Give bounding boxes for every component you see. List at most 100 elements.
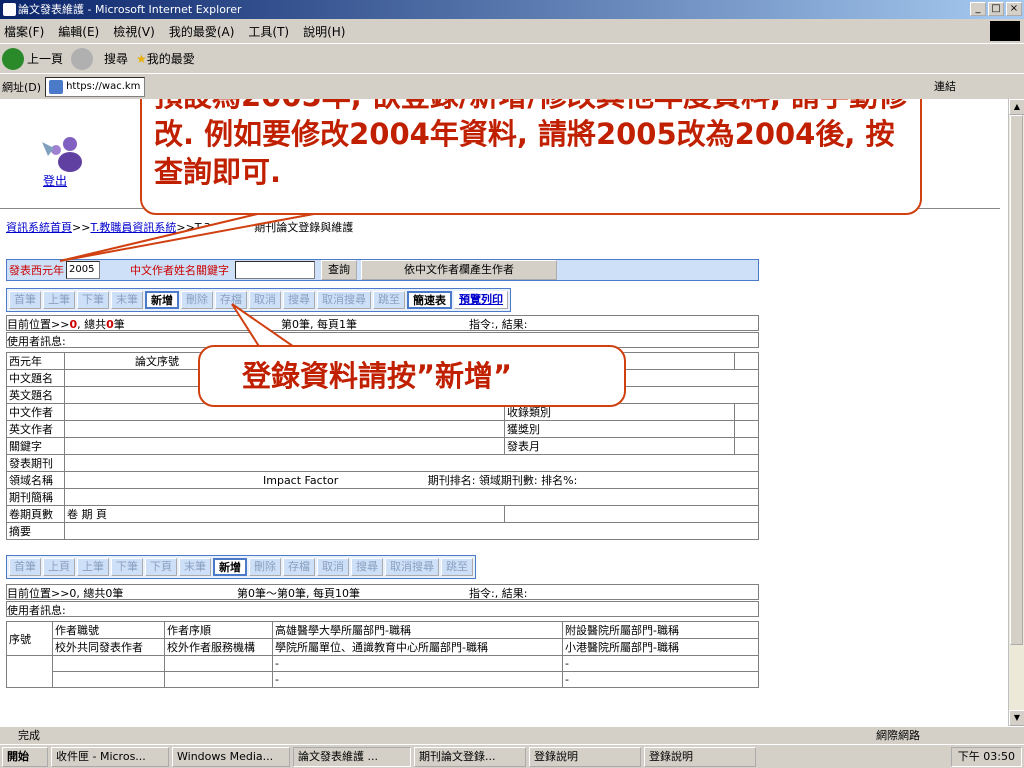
generate-author-button[interactable]: 依中文作者欄產生作者 [361, 260, 557, 280]
year-input[interactable]: 2005 [66, 261, 100, 279]
seq-header: 序號 [6, 621, 53, 656]
page-icon [49, 79, 64, 94]
award-field[interactable] [734, 420, 759, 438]
jump-button[interactable]: 跳至 [373, 291, 405, 309]
query-button[interactable]: 查詢 [321, 260, 357, 280]
journal-short-label: 期刊簡稱 [6, 488, 65, 506]
status-bar: 完成 網際網路 [0, 726, 1024, 744]
journal-short-field[interactable] [64, 488, 759, 506]
breadcrumb-current: 期刊論文登錄與維護 [254, 221, 354, 234]
task-inbox[interactable]: 收件匣 - Micros... [51, 746, 169, 767]
scroll-down-icon[interactable]: ▼ [1009, 710, 1024, 726]
back-button[interactable]: 上一頁 [2, 47, 64, 70]
favorites-label: 我的最愛 [146, 52, 195, 66]
close-button[interactable]: × [1006, 2, 1022, 16]
page-content: 登出 資訊系統首頁>>T.教職員資訊系統>>T.3 期刊論文登錄與維護 發表西元… [0, 99, 1008, 726]
prev-page-button[interactable]: 上頁 [43, 558, 75, 576]
print-preview-button[interactable]: 預覽列印 [454, 291, 508, 309]
collect-field[interactable] [734, 403, 759, 421]
task-journal[interactable]: 期刊論文登錄... [414, 746, 526, 767]
journal-label: 發表期刊 [6, 454, 65, 472]
window-title: 論文發表維護 - Microsoft Internet Explorer [18, 3, 242, 16]
scroll-up-icon[interactable]: ▲ [1009, 99, 1024, 115]
side-cell [734, 352, 759, 370]
menu-view[interactable]: 檢視(V) [113, 23, 155, 40]
breadcrumb-home-link[interactable]: 資訊系統首頁 [6, 221, 72, 234]
security-zone: 網際網路 [876, 729, 920, 742]
cancel-search-button[interactable]: 取消搜尋 [317, 291, 371, 309]
task-help-1[interactable]: 登錄說明 [529, 746, 641, 767]
table-cell [164, 655, 273, 672]
first-record-button[interactable]: 首筆 [9, 291, 41, 309]
domain-field[interactable]: Impact Factor 期刊排名: 領域期刊數: 排名%: [64, 471, 759, 489]
last-button[interactable]: 末筆 [179, 558, 211, 576]
search-button[interactable]: 搜尋 [104, 50, 128, 67]
menu-bar: 檔案(F) 編輯(E) 檢視(V) 我的最愛(A) 工具(T) 說明(H) [0, 19, 1024, 43]
impact-label: Impact Factor [263, 474, 339, 487]
next-record-button[interactable]: 下筆 [77, 291, 109, 309]
top-button-row: 首筆 上筆 下筆 末筆 新增 刪除 存檔 取消 搜尋 取消搜尋 跳至 簡速表 預… [6, 288, 511, 312]
college-dept-header: 學院所屬單位、通識教育中心所屬部門-職稱 [272, 638, 563, 656]
author-keyword-label: 中文作者姓名關鍵字 [130, 264, 229, 277]
add-author-button[interactable]: 新增 [213, 558, 247, 576]
external-author-header: 校外共同發表作者 [52, 638, 165, 656]
journal-field[interactable] [64, 454, 759, 472]
delete-author-button[interactable]: 刪除 [249, 558, 281, 576]
menu-edit[interactable]: 編輯(E) [58, 23, 99, 40]
logout-link[interactable]: 登出 [43, 172, 67, 189]
search-button[interactable]: 搜尋 [283, 291, 315, 309]
save-button[interactable]: 存檔 [215, 291, 247, 309]
bottom-pos-text: 目前位置>>0, 總共0筆 [7, 587, 124, 600]
delete-button[interactable]: 刪除 [181, 291, 213, 309]
links-button[interactable]: 連結 [934, 78, 956, 94]
cn-author-label: 中文作者 [6, 403, 65, 421]
vertical-scrollbar[interactable]: ▲ ▼ [1008, 99, 1024, 726]
menu-favorites[interactable]: 我的最愛(A) [169, 23, 235, 40]
maximize-button[interactable]: □ [988, 2, 1004, 16]
summary-button[interactable]: 簡速表 [407, 291, 452, 309]
menu-tools[interactable]: 工具(T) [248, 23, 289, 40]
breadcrumb-staff-link[interactable]: T.教職員資訊系統 [90, 221, 176, 234]
menu-file[interactable]: 檔案(F) [4, 23, 44, 40]
search-row: 發表西元年 2005 中文作者姓名關鍵字 查詢 依中文作者欄產生作者 [6, 259, 759, 281]
search-author-button[interactable]: 搜尋 [351, 558, 383, 576]
en-author-field[interactable] [64, 420, 505, 438]
task-media[interactable]: Windows Media... [172, 746, 290, 767]
back-label: 上一頁 [27, 52, 64, 66]
table-row: -- [6, 655, 759, 688]
start-button[interactable]: 開始 [2, 746, 48, 767]
forward-button[interactable] [71, 47, 96, 70]
author-keyword-input[interactable] [235, 261, 315, 279]
prev-record-button[interactable]: 上筆 [43, 291, 75, 309]
breadcrumb-sep: >> [72, 221, 91, 234]
task-help-2[interactable]: 登錄說明 [644, 746, 756, 767]
next-page-button[interactable]: 下頁 [145, 558, 177, 576]
add-button[interactable]: 新增 [145, 291, 179, 309]
volume-field[interactable]: 卷 期 頁 [64, 505, 505, 523]
save-author-button[interactable]: 存檔 [283, 558, 315, 576]
cancel-search-author-button[interactable]: 取消搜尋 [385, 558, 439, 576]
keyword-field[interactable] [64, 437, 505, 455]
favorites-button[interactable]: ★ 我的最愛 [136, 50, 195, 67]
scroll-thumb[interactable] [1010, 115, 1023, 645]
next-button[interactable]: 下筆 [111, 558, 143, 576]
cancel-button[interactable]: 取消 [249, 291, 281, 309]
last-record-button[interactable]: 末筆 [111, 291, 143, 309]
ie-page-icon [3, 3, 16, 16]
pub-month-field[interactable] [734, 437, 759, 455]
minimize-button[interactable]: _ [970, 2, 986, 16]
breadcrumb: 資訊系統首頁>>T.教職員資訊系統>>T.3 期刊論文登錄與維護 [6, 219, 353, 235]
jump-author-button[interactable]: 跳至 [441, 558, 473, 576]
cancel-author-button[interactable]: 取消 [317, 558, 349, 576]
menu-help[interactable]: 說明(H) [303, 23, 345, 40]
bottom-command-text: 指令:, 結果: [469, 587, 528, 600]
address-input[interactable]: https://wac.km [45, 76, 146, 97]
unit-label: 筆 [113, 318, 125, 331]
task-paper-maintenance[interactable]: 論文發表維護 ... [293, 746, 411, 767]
address-label: 網址(D) [2, 80, 42, 94]
abstract-field[interactable] [64, 522, 759, 540]
range-text: 第0筆, 每頁1筆 [281, 318, 357, 331]
first-button[interactable]: 首筆 [9, 558, 41, 576]
prev-button[interactable]: 上筆 [77, 558, 109, 576]
xiaogang-dept-header: 小港醫院所屬部門-職稱 [562, 638, 759, 656]
